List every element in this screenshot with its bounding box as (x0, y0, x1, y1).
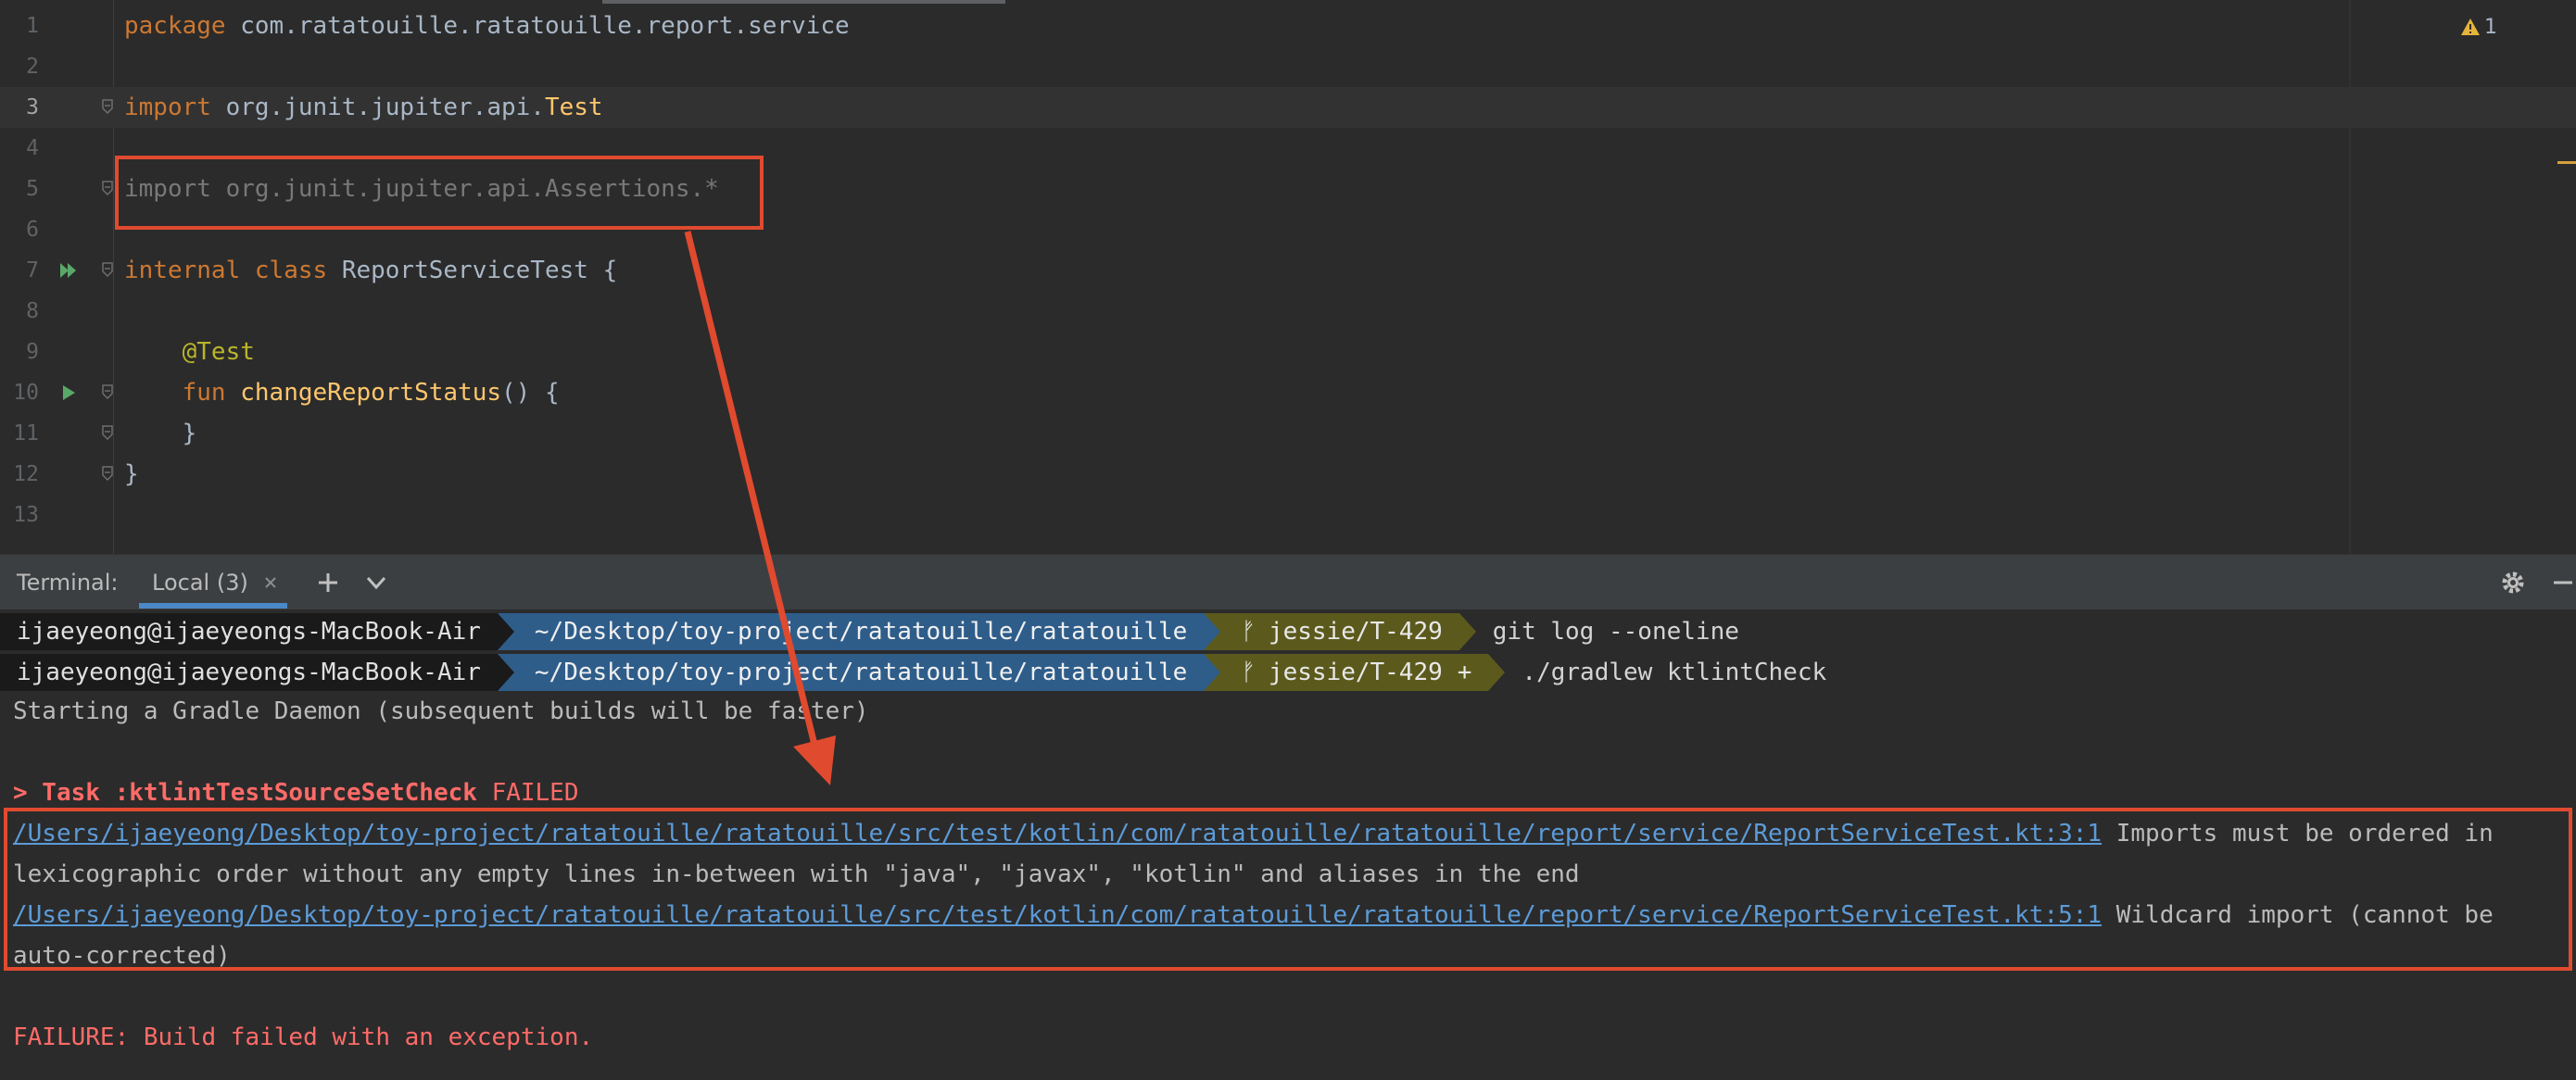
terminal-title: Terminal: (17, 570, 119, 596)
code-token: com.ratatouille.ratatouille.report.servi… (240, 12, 850, 40)
line-number: 11 (13, 421, 39, 446)
inspection-widget[interactable]: 1 (2460, 13, 2497, 41)
code-token: () { (501, 379, 560, 407)
prompt-separator (1488, 654, 1506, 691)
task-name: > Task :ktlintTestSourceSetCheck (13, 779, 477, 807)
code-line[interactable]: 1 package com.ratatouille.ratatouille.rep… (0, 6, 2576, 46)
task-status: FAILED (491, 779, 579, 807)
fold-icon[interactable] (102, 466, 113, 481)
prompt-separator (1458, 613, 1476, 650)
code-line[interactable]: 7 internal class ReportServiceTest { (0, 250, 2576, 291)
code-token: changeReportStatus (240, 379, 502, 407)
prompt-separator (1204, 613, 1221, 650)
code-token: ReportServiceTest { (341, 257, 618, 284)
prompt-git-branch: ᚠ jessie/T-429 + (1204, 654, 1489, 691)
code-token: fun (182, 379, 241, 407)
line-number: 6 (26, 218, 39, 242)
prompt-separator (1204, 654, 1221, 691)
prompt-git-branch: ᚠ jessie/T-429 (1204, 613, 1459, 650)
code-line[interactable]: 12} (0, 454, 2576, 495)
fold-icon[interactable] (102, 99, 113, 114)
code-line[interactable]: 11 } (0, 413, 2576, 454)
shell-prompt: ijaeyeong@ijaeyeongs-MacBook-Air ~/Deskt… (0, 654, 1826, 691)
highlight-box-import (115, 156, 764, 230)
code-text: package com.ratatouille.ratatouille.repo… (124, 6, 850, 46)
code-line[interactable]: 10 fun changeReportStatus() { (0, 372, 2576, 413)
dirty-indicator: + (1457, 659, 1472, 686)
close-icon[interactable] (259, 571, 282, 594)
prompt-user: ijaeyeong@ijaeyeongs-MacBook-Air (0, 613, 498, 650)
warning-scroll-marker[interactable] (2557, 161, 2576, 164)
code-editor[interactable]: 1 package com.ratatouille.ratatouille.rep… (0, 0, 2576, 554)
active-tab-indicator (139, 603, 287, 609)
tab-local[interactable]: Local (3) (139, 555, 287, 610)
run-icon[interactable] (57, 382, 80, 404)
code-token: } (124, 460, 139, 488)
prompt-user: ijaeyeong@ijaeyeongs-MacBook-Air (0, 654, 498, 691)
prompt-directory: ~/Desktop/toy-project/ratatouille/ratato… (497, 613, 1205, 650)
code-token: @Test (182, 338, 255, 366)
code-line[interactable]: 3 import org.junit.jupiter.api.Test (0, 87, 2576, 128)
code-token: internal (124, 257, 255, 284)
line-number: 2 (26, 55, 39, 79)
fold-icon[interactable] (102, 425, 113, 440)
line-number: 1 (26, 14, 39, 38)
code-token: Test (544, 94, 603, 121)
prompt-directory: ~/Desktop/toy-project/ratatouille/ratato… (497, 654, 1205, 691)
code-text: } (124, 454, 139, 495)
shell-prompt: ijaeyeong@ijaeyeongs-MacBook-Air ~/Deskt… (0, 613, 1739, 650)
daemon-message: Starting a Gradle Daemon (subsequent bui… (13, 697, 869, 725)
line-number: 9 (26, 340, 39, 364)
code-token: import (124, 94, 226, 121)
tab-local-label: Local (3) (152, 570, 248, 596)
run-double-icon[interactable] (57, 259, 80, 282)
code-line[interactable]: 13 (0, 495, 2576, 535)
line-number: 8 (26, 299, 39, 323)
failure-message: FAILURE: Build failed with an exception. (13, 1023, 594, 1051)
line-number: 5 (26, 177, 39, 201)
line-number: 4 (26, 136, 39, 160)
code-text: internal class ReportServiceTest { (124, 250, 617, 291)
prompt-separator (497, 613, 514, 650)
gear-icon[interactable] (2500, 570, 2526, 596)
fold-icon[interactable] (102, 262, 113, 277)
prompt-command: ./gradlew ktlintCheck (1522, 659, 1827, 686)
code-token: } (124, 420, 197, 447)
prompt-command: git log --oneline (1492, 618, 1739, 646)
code-token: class (254, 257, 342, 284)
code-line[interactable]: 2 (0, 46, 2576, 87)
chevron-down-icon[interactable] (363, 570, 389, 596)
code-text: import org.junit.jupiter.api.Test (124, 87, 603, 128)
line-number: 12 (13, 462, 39, 486)
line-number: 7 (26, 258, 39, 283)
plus-icon[interactable] (315, 570, 341, 596)
horizontal-scroll-thumb[interactable] (602, 0, 1005, 4)
line-number: 10 (13, 381, 39, 405)
warning-count: 1 (2484, 15, 2497, 39)
code-text: } (124, 413, 197, 454)
code-line[interactable]: 8 (0, 291, 2576, 332)
highlight-box-errors (4, 808, 2572, 971)
branch-icon: ᚠ (1241, 659, 1256, 686)
warning-icon (2461, 19, 2480, 35)
branch-name: jessie/T-429 (1268, 618, 1443, 646)
branch-name: jessie/T-429 (1268, 659, 1443, 686)
code-token: package (124, 12, 241, 40)
code-text: @Test (124, 332, 255, 372)
line-number: 3 (26, 95, 39, 119)
branch-icon: ᚠ (1241, 618, 1256, 646)
code-token: org.junit.jupiter.api. (225, 94, 545, 121)
fold-icon[interactable] (102, 384, 113, 399)
fold-icon[interactable] (102, 181, 113, 195)
code-text: fun changeReportStatus() { (124, 372, 560, 413)
prompt-separator (497, 654, 514, 691)
code-line[interactable]: 9 @Test (0, 332, 2576, 372)
line-number: 13 (13, 503, 39, 527)
minimize-icon[interactable] (2550, 570, 2576, 596)
terminal-toolbar: Terminal: Local (3) (0, 554, 2576, 609)
